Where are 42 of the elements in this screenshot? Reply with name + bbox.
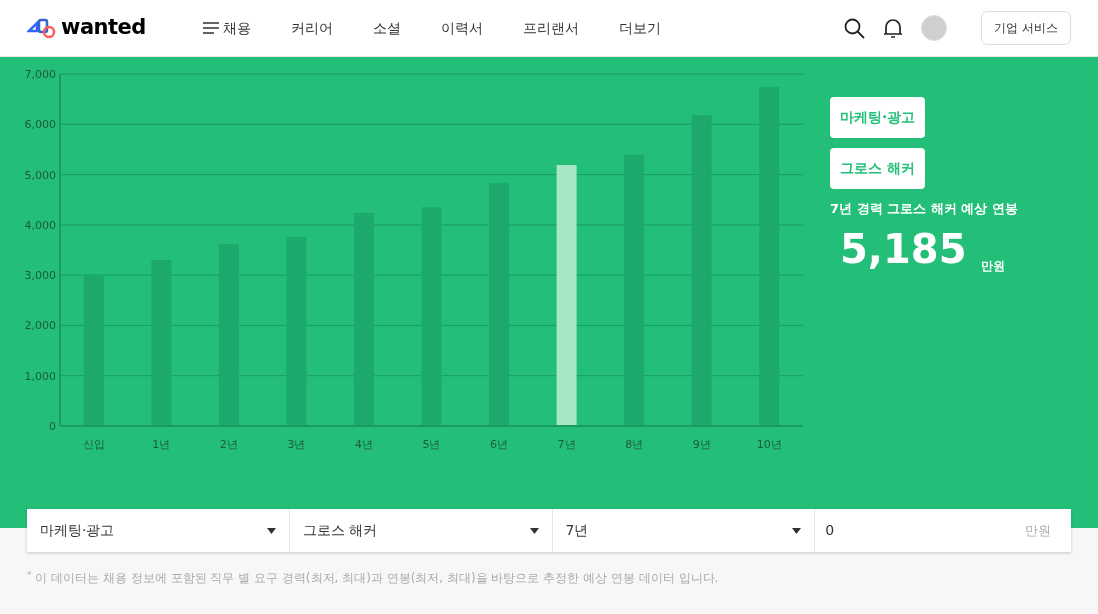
bell-icon[interactable]: [883, 17, 904, 39]
y-axis-label: 6,000: [24, 118, 56, 132]
logo-icon: [27, 17, 57, 39]
menu-icon: [203, 22, 219, 34]
nav-link[interactable]: 커리어: [291, 17, 333, 39]
nav-link[interactable]: 소셜: [373, 17, 401, 39]
x-axis-label: 1년: [152, 438, 171, 451]
y-axis-label: 5,000: [24, 168, 56, 182]
search-icon[interactable]: [844, 17, 866, 39]
salary-unit: 만원: [980, 257, 1005, 275]
salary-input-field[interactable]: 0 만원: [815, 509, 1071, 552]
footnote: $^{*}$ 이 데이터는 채용 정보에 포함된 직무 별 요구 경력(최저, 최대)과 연봉(최저, 최대)을 바탕으로 추정한 예상 연봉 데이터 입니다.: [27, 569, 720, 587]
dropdown[interactable]: 그로스 해커: [289, 509, 553, 552]
dropdown[interactable]: 마케팅·광고: [27, 509, 290, 552]
x-axis-label: 7년: [557, 438, 576, 451]
x-axis-label: 5년: [422, 438, 441, 451]
nav-link[interactable]: 프리랜서: [523, 17, 579, 39]
y-axis-label: 2,000: [24, 319, 56, 333]
x-axis-label: 4년: [354, 438, 373, 451]
x-axis-label: 3년: [287, 438, 306, 451]
x-axis-label: 6년: [490, 438, 509, 451]
job-tag: 마케팅·광고: [830, 97, 926, 138]
dropdown[interactable]: 7년: [552, 509, 816, 552]
unit-label: 만원: [1025, 521, 1052, 540]
x-axis-label: 9년: [692, 438, 711, 451]
business-service-button[interactable]: 기업 서비스: [981, 11, 1071, 45]
x-axis-label: 8년: [625, 438, 644, 451]
y-axis-label: 0: [49, 420, 56, 433]
nav-link[interactable]: 채용: [203, 17, 251, 39]
x-axis-label: 신입: [82, 438, 105, 451]
x-axis-label: 10년: [756, 438, 782, 451]
y-axis-label: 3,000: [24, 269, 56, 283]
logo-wordmark: wanted: [61, 14, 146, 42]
x-axis-label: 2년: [219, 438, 238, 451]
y-axis-label: 7,000: [24, 68, 56, 81]
salary-amount: 5,185: [840, 228, 967, 269]
nav-link[interactable]: 더보기: [619, 17, 661, 39]
job-tag: 그로스 해커: [830, 148, 925, 189]
y-axis-label: 1,000: [24, 369, 56, 383]
y-axis-label: 4,000: [24, 218, 56, 232]
salary-caption: 7년 경력 그로스 해커 예상 연봉: [830, 200, 1018, 218]
nav-link[interactable]: 이력서: [441, 17, 483, 39]
